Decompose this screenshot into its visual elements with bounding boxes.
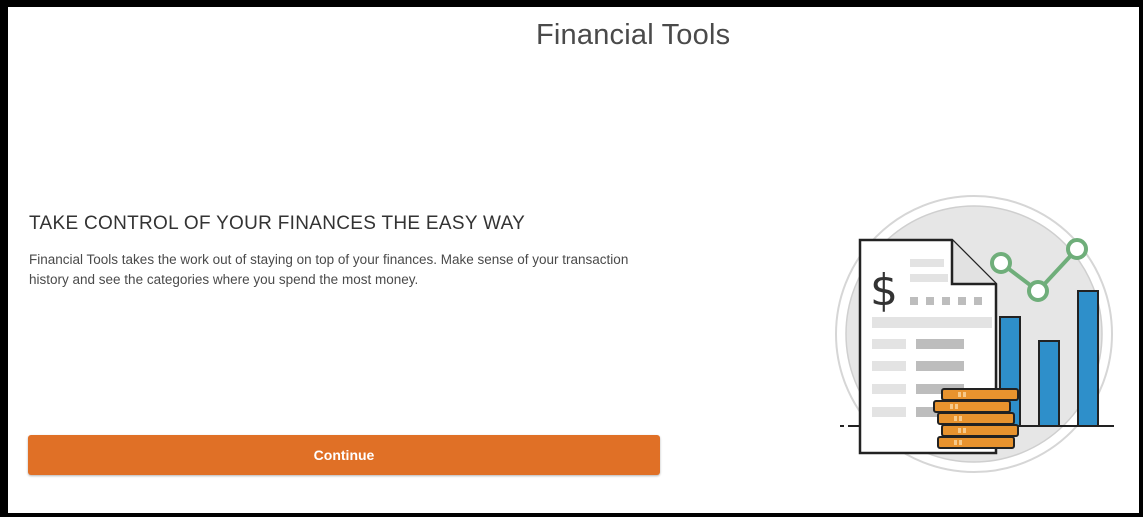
trend-point xyxy=(990,252,1012,274)
dollar-sign: $ xyxy=(870,265,898,316)
chart-bar xyxy=(1038,340,1060,427)
intro-description: Financial Tools takes the work out of st… xyxy=(29,252,629,287)
page-title: Financial Tools xyxy=(536,19,731,51)
chart-bar xyxy=(1077,290,1099,427)
financial-report-illustration: $ xyxy=(835,195,1114,473)
coin-stack-icon xyxy=(933,388,1019,449)
continue-button[interactable]: Continue xyxy=(28,435,660,475)
trend-point xyxy=(1066,238,1088,260)
app-frame: Financial Tools TAKE CONTROL OF YOUR FIN… xyxy=(8,7,1139,513)
intro-headline: TAKE CONTROL OF YOUR FINANCES THE EASY W… xyxy=(29,213,526,234)
trend-point xyxy=(1027,280,1049,302)
